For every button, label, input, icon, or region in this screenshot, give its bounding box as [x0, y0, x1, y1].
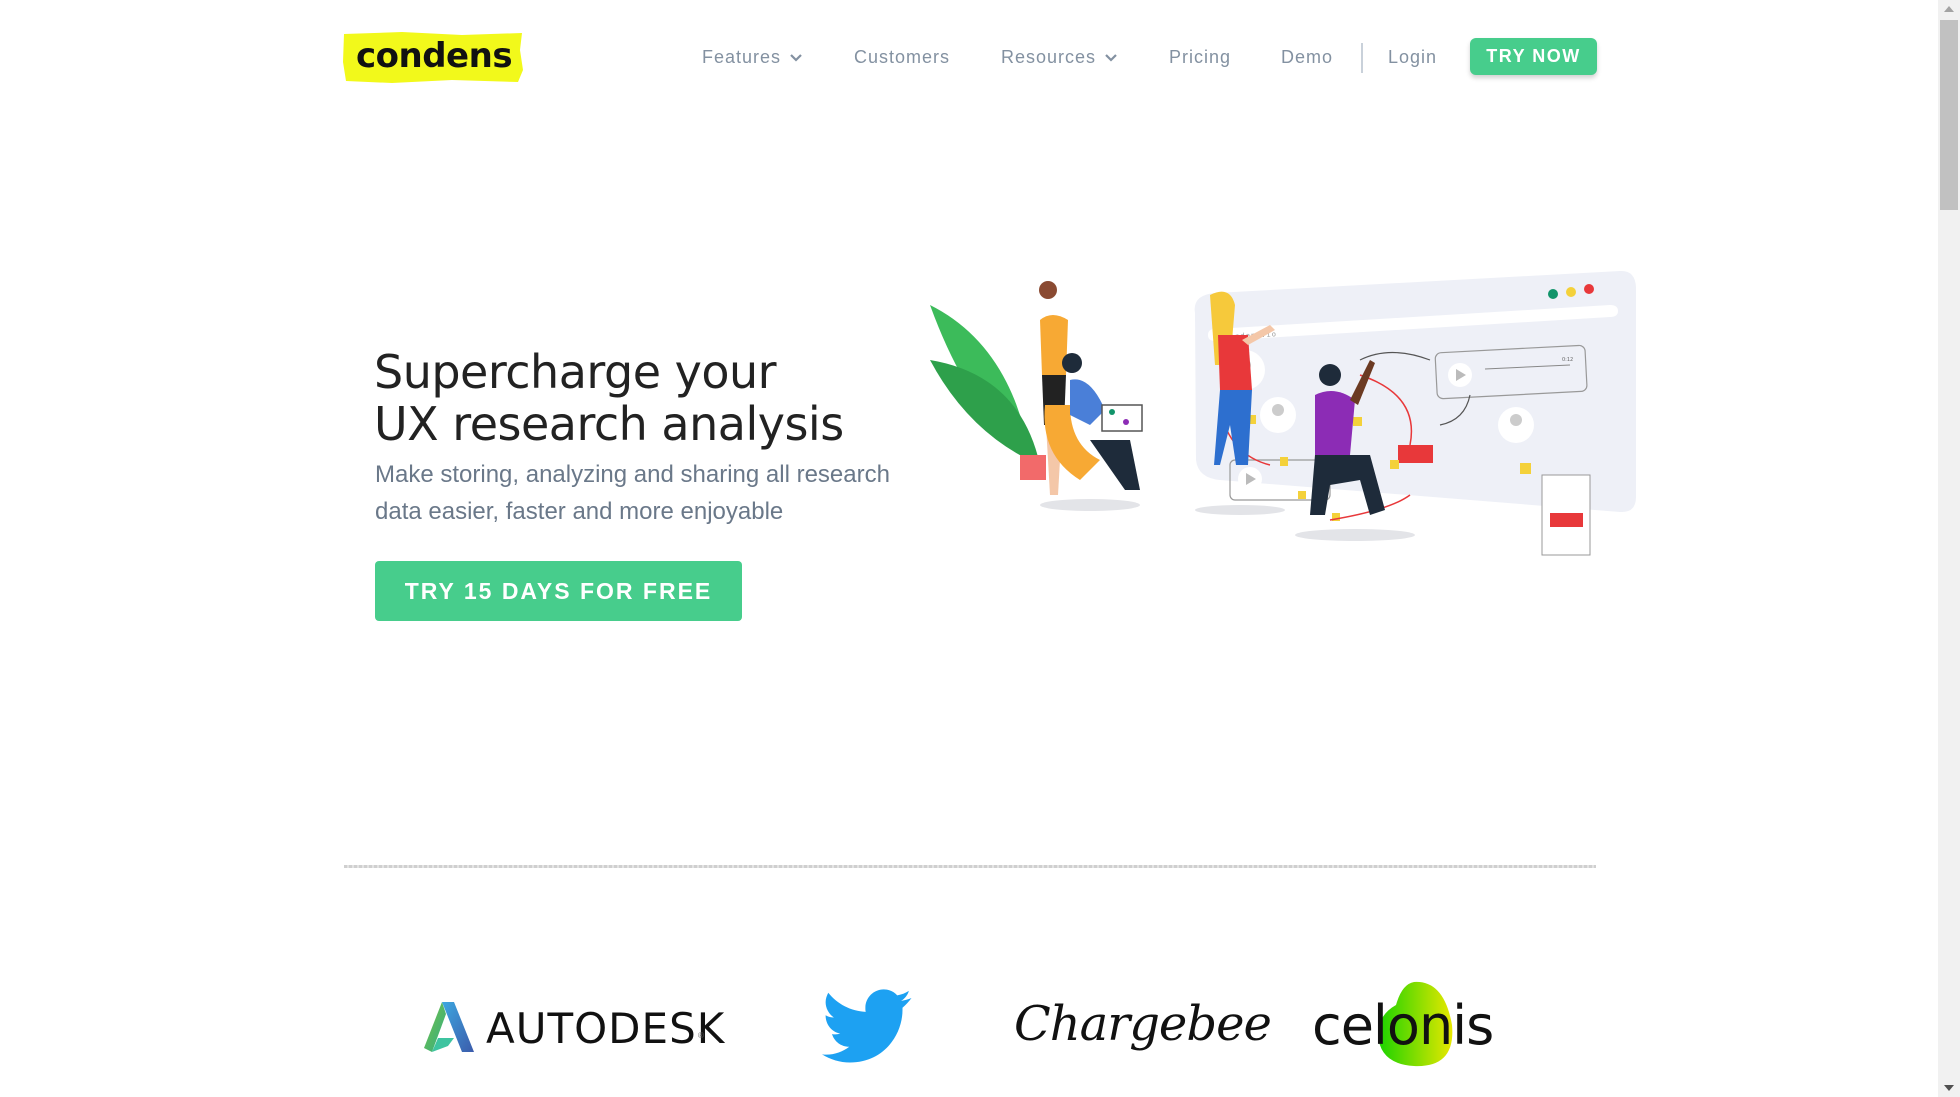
- scroll-up-button[interactable]: [1938, 0, 1960, 18]
- nav-pricing-label: Pricing: [1169, 47, 1232, 67]
- condens-logo[interactable]: condens: [342, 30, 524, 84]
- nav-customers-label: Customers: [854, 47, 951, 67]
- twitter-bird-icon: [821, 989, 912, 1063]
- nav-features-label: Features: [702, 47, 782, 67]
- window-dot-yellow: [1566, 287, 1576, 297]
- nav-resources[interactable]: Resources: [1001, 47, 1118, 68]
- free-trial-button[interactable]: TRY 15 DAYS FOR FREE: [375, 561, 742, 621]
- window-dot-green: [1548, 289, 1558, 299]
- nav-pricing[interactable]: Pricing: [1169, 47, 1231, 68]
- nav-demo-label: Demo: [1281, 47, 1334, 67]
- chargebee-logo: Chargebee: [1014, 980, 1272, 1070]
- celonis-wordmark: celonis: [1312, 994, 1494, 1057]
- scrollbar-thumb[interactable]: [1940, 20, 1958, 210]
- nav-features[interactable]: Features: [702, 47, 803, 68]
- nav-divider: [1361, 43, 1363, 73]
- twitter-logo: [818, 980, 918, 1070]
- scroll-down-button[interactable]: [1938, 1079, 1960, 1097]
- headline-line-1: Supercharge your: [374, 345, 777, 399]
- login-label: Login: [1388, 47, 1438, 67]
- autodesk-mark-icon: [424, 1002, 474, 1052]
- autodesk-wordmark: AUTODESK: [486, 1004, 726, 1053]
- arrow-down-icon: [1944, 1085, 1954, 1091]
- celonis-logo: celonis: [1312, 980, 1522, 1070]
- section-divider: [344, 865, 1596, 868]
- registered-mark: ®: [698, 1031, 704, 1040]
- hero-subtext: Make storing, analyzing and sharing all …: [375, 461, 890, 525]
- board-video-time: 0:12: [1562, 357, 1573, 363]
- nav-demo[interactable]: Demo: [1281, 47, 1333, 68]
- nav-customers[interactable]: Customers: [854, 47, 950, 68]
- chevron-down-icon: [1105, 53, 1117, 62]
- window-dot-red: [1584, 284, 1594, 294]
- try-now-button[interactable]: TRY NOW: [1470, 38, 1597, 75]
- headline-line-2: UX research analysis: [374, 397, 844, 451]
- chargebee-wordmark: Chargebee: [1014, 996, 1272, 1052]
- nav-resources-label: Resources: [1001, 47, 1097, 67]
- logo-text: condens: [356, 36, 513, 76]
- autodesk-logo: AUTODESK ®: [422, 980, 726, 1070]
- login-link[interactable]: Login: [1388, 47, 1437, 68]
- page: condens Features Customers Resources Pri…: [0, 0, 1938, 1097]
- vertical-scrollbar[interactable]: [1938, 0, 1960, 1097]
- hero-illustration: condens.io 0:12: [930, 270, 1636, 556]
- plant: [930, 305, 1046, 480]
- hero-headline: Supercharge your UX research analysis: [374, 346, 844, 450]
- arrow-up-icon: [1944, 6, 1954, 12]
- chevron-down-icon: [790, 53, 802, 62]
